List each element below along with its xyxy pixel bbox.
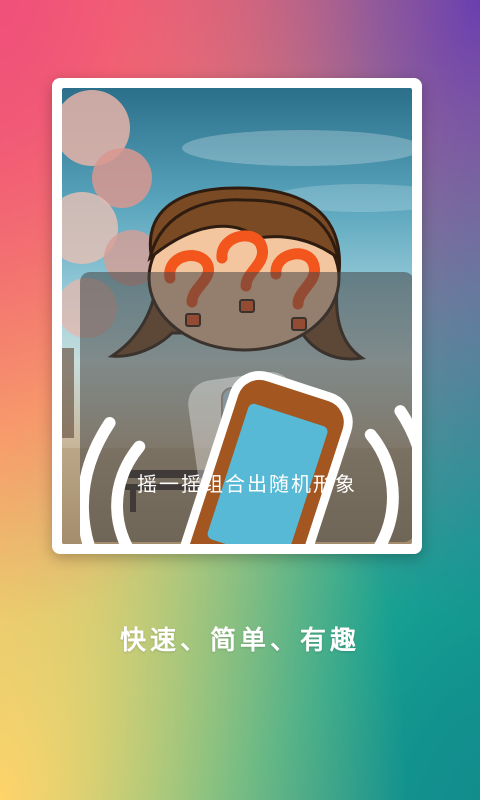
tagline-text: 快速、简单、有趣 (119, 626, 360, 656)
preview-photo: 摇一摇组合出随机形象 (62, 88, 412, 544)
shake-hint-text: 摇一摇组合出随机形象 (137, 472, 357, 496)
preview-card: 摇一摇组合出随机形象 (52, 78, 422, 554)
shaking-phone-icon (80, 371, 412, 544)
shake-hint-overlay: 摇一摇组合出随机形象 (80, 272, 412, 544)
app-screen: 摇一摇组合出随机形象 快速、简单、有趣 (0, 0, 480, 800)
